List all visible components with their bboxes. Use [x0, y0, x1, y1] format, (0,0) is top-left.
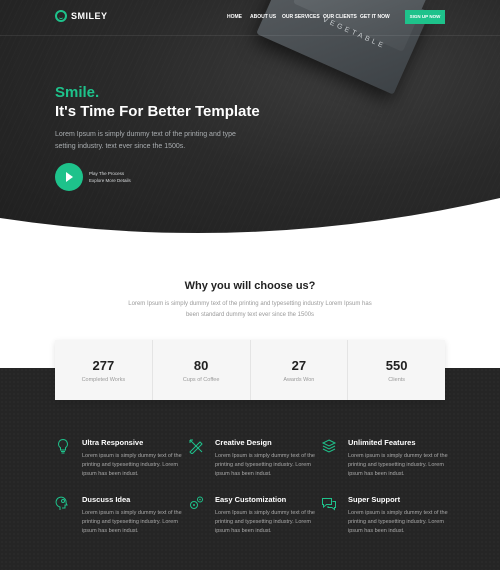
- layers-icon: [321, 439, 337, 453]
- feature-title: Creative Design: [215, 438, 272, 447]
- feature-text: Lorem ipsum is simply dummy text of the …: [82, 510, 182, 534]
- stat-label: Completed Works: [81, 377, 126, 383]
- feature-title: Unlimited Features: [348, 438, 416, 447]
- stat-clients: 550 Clients: [348, 340, 445, 400]
- stat-label: Awards Won: [283, 377, 315, 383]
- feature-title: Easy Customization: [215, 495, 287, 504]
- stat-label: Clients: [388, 377, 406, 383]
- lightbulb-icon: [58, 438, 68, 454]
- chat-bubbles-icon: [322, 498, 336, 511]
- why-title: Why you will choose us?: [184, 280, 316, 292]
- stat-number: 550: [385, 358, 408, 373]
- stat-number: 27: [291, 358, 307, 373]
- hero-kicker: Smile.: [55, 84, 100, 101]
- hero-text: Lorem Ipsum is simply dummy text of the …: [55, 131, 236, 150]
- smiley-logo-icon[interactable]: [55, 10, 67, 22]
- nav-home[interactable]: HOME: [227, 14, 242, 20]
- top-navbar: SMILEY HOME ABOUT US OUR SERVICES OUR CL…: [0, 0, 500, 36]
- feature-title: Super Support: [348, 495, 401, 504]
- play-label: Play The Process: [89, 171, 125, 176]
- stats-panel: 277 Completed Works 80 Cups of Coffee 27…: [55, 340, 445, 400]
- stat-awards-won: 27 Awards Won: [251, 340, 349, 400]
- feature-text: Lorem Ipsum is simply dummy text of the …: [215, 453, 315, 477]
- gears-icon: [190, 496, 203, 509]
- nav-get-it-now[interactable]: GET IT NOW: [360, 14, 390, 20]
- feature-text: Lorem Ipsum is simply dummy text of the …: [215, 510, 315, 534]
- nav-our-clients[interactable]: OUR CLIENTS: [323, 14, 357, 20]
- pencil-ruler-icon: [189, 439, 203, 454]
- stat-number: 80: [193, 358, 209, 373]
- play-sublabel: Explore More Details: [89, 178, 131, 183]
- stat-label: Cups of Coffee: [182, 377, 220, 383]
- nav-about-us[interactable]: ABOUT US: [250, 14, 276, 20]
- head-idea-icon: [55, 496, 68, 510]
- stat-cups-of-coffee: 80 Cups of Coffee: [153, 340, 251, 400]
- why-text: Lorem Ipsum is simply dummy text of the …: [128, 301, 372, 318]
- feature-title: Duscuss Idea: [82, 495, 131, 504]
- brand-name[interactable]: SMILEY: [71, 11, 108, 21]
- hero-section: VEGETABLE SMILEY HOME ABOUT US OUR SERVI…: [0, 0, 500, 240]
- hero-title: It's Time For Better Template: [55, 103, 260, 120]
- play-button[interactable]: [55, 163, 83, 191]
- feature-text: Lorem ipsum is simply dummy text of the …: [348, 510, 448, 534]
- feature-title: Ultra Responsive: [82, 438, 144, 447]
- stat-completed-works: 277 Completed Works: [55, 340, 153, 400]
- feature-text: Lorem ipsum is simply dummy text of the …: [82, 453, 182, 477]
- stat-number: 277: [92, 358, 115, 373]
- feature-text: Lorem ipsum is simply dummy text of the …: [348, 453, 448, 477]
- nav-our-services[interactable]: OUR SERVICES: [282, 14, 320, 20]
- hero-curve: [0, 198, 500, 240]
- sign-up-button[interactable]: SIGN UP NOW: [405, 10, 445, 24]
